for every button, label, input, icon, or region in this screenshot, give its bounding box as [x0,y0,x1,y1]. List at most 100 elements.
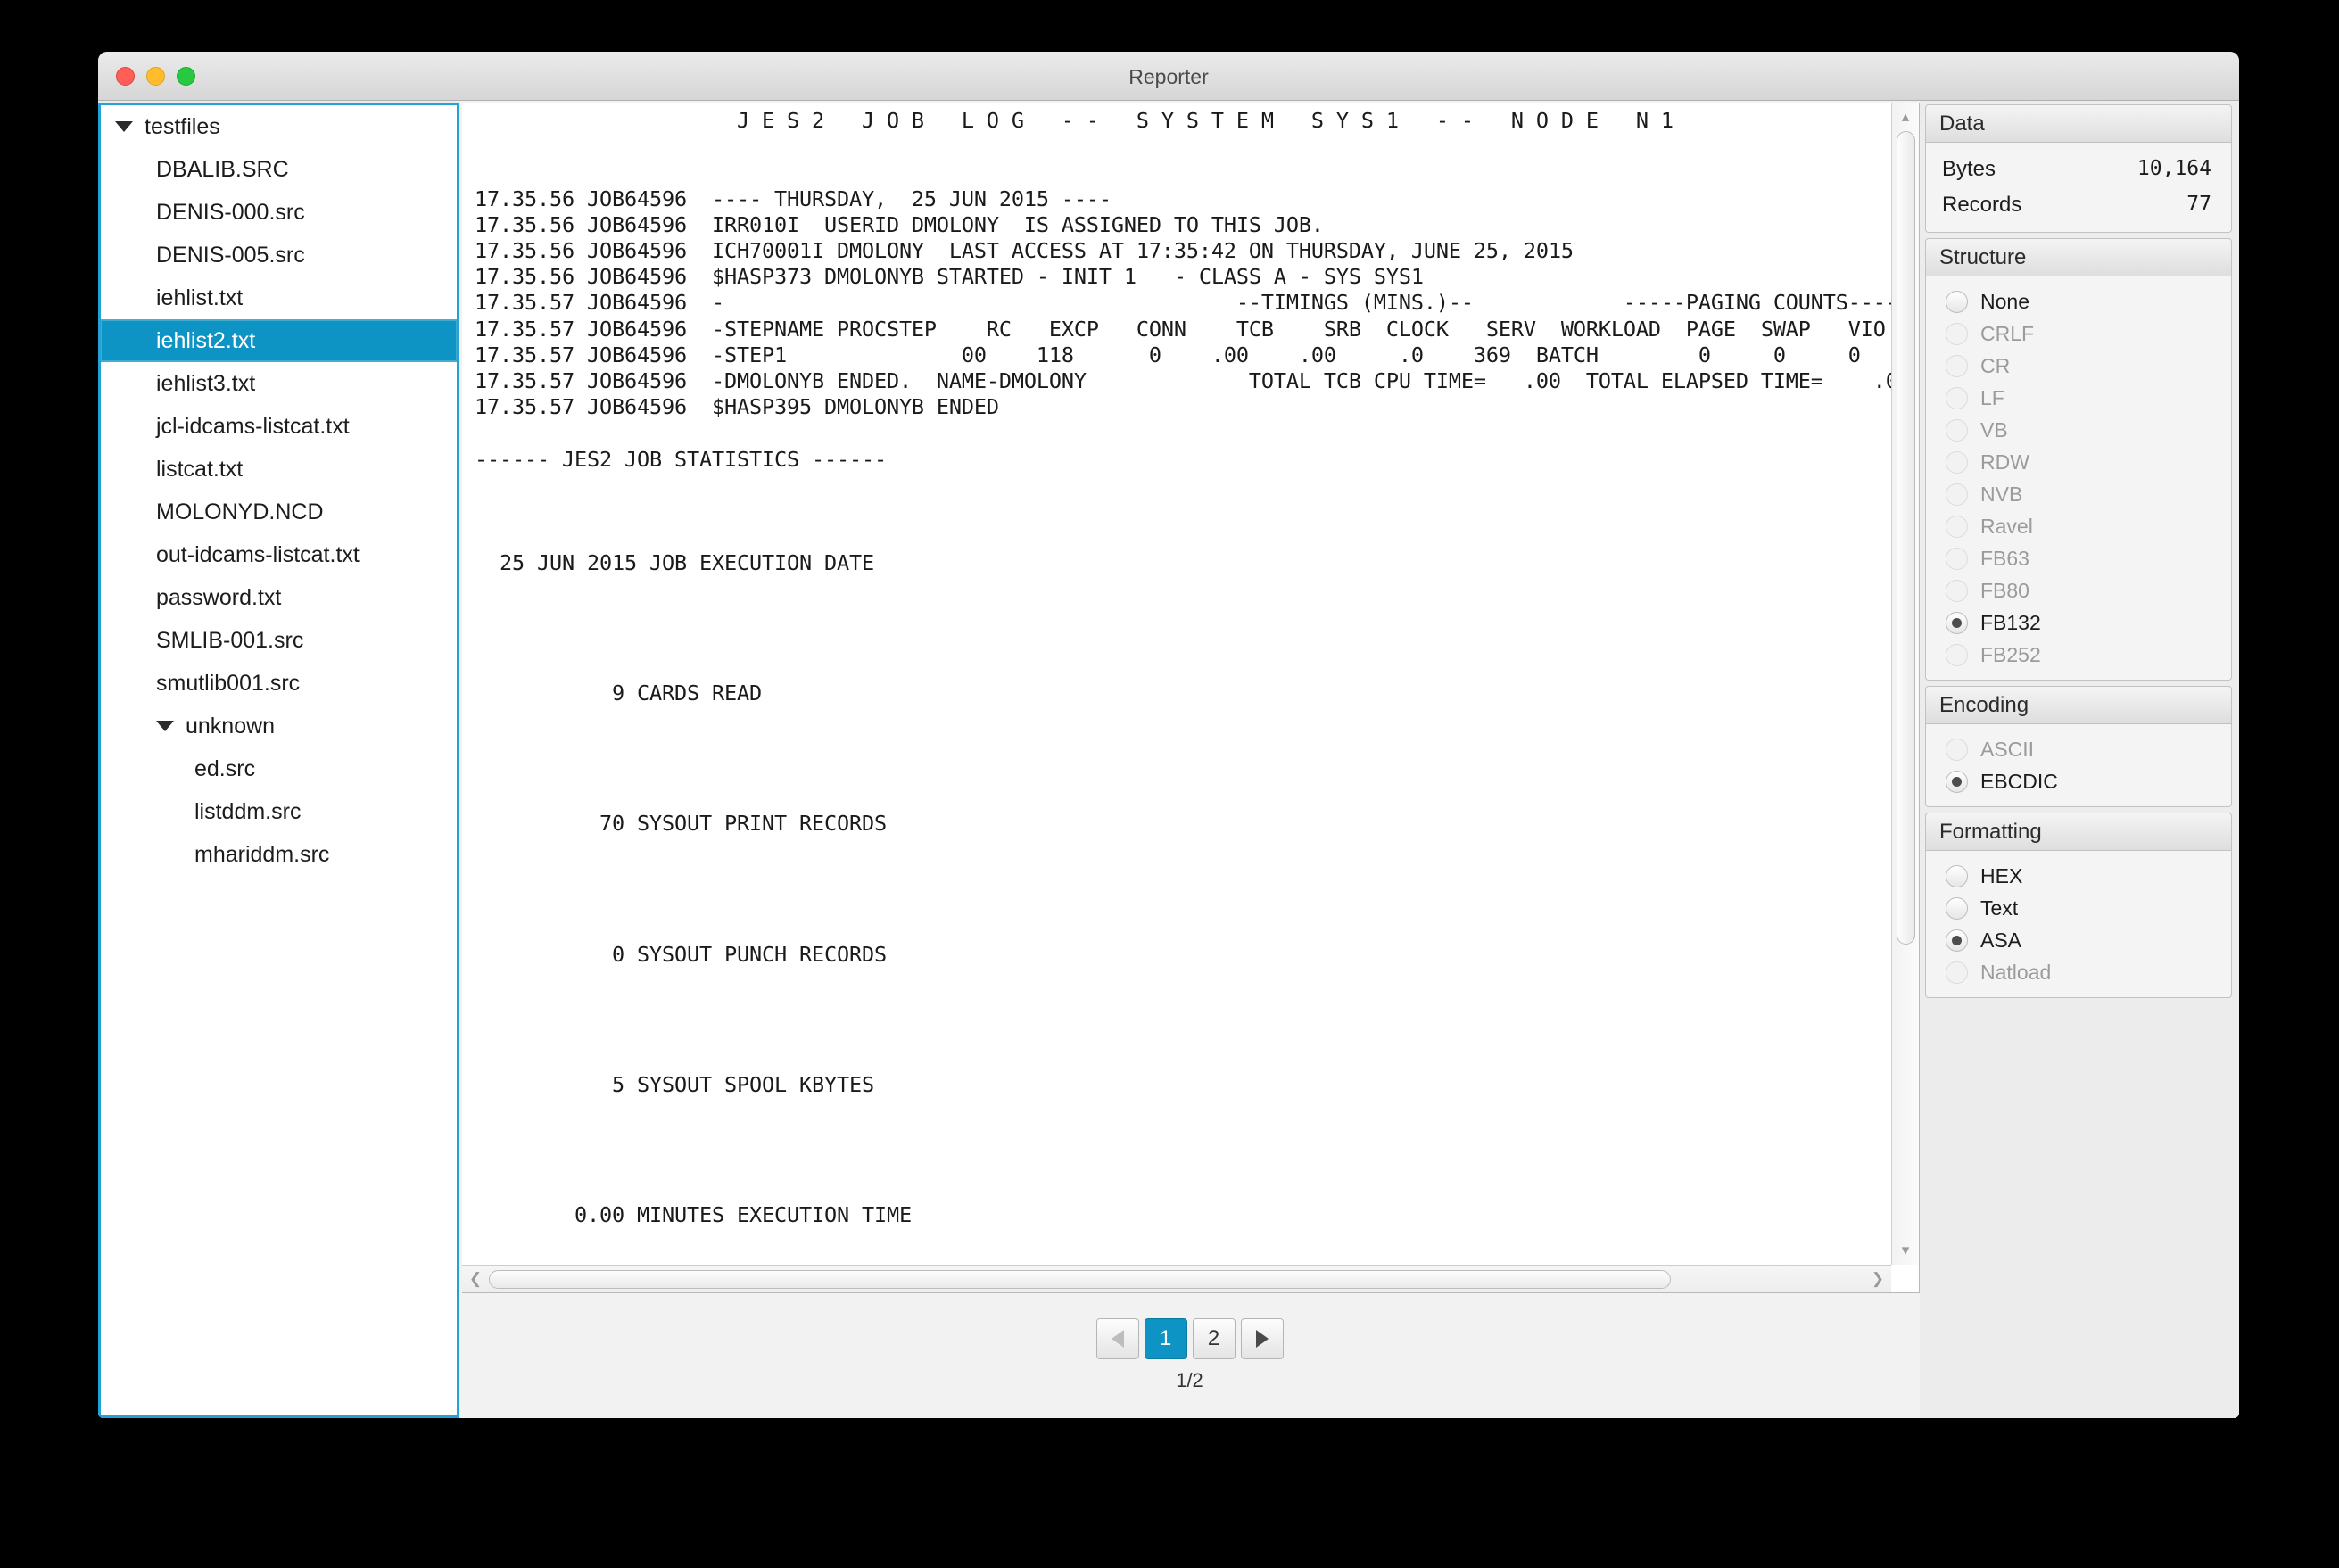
tree-item-label: MOLONYD.NCD [156,499,324,524]
next-page-button[interactable] [1240,1318,1284,1359]
tree-item-iehlist2-txt[interactable]: iehlist2.txt [101,319,457,362]
tree-item-label: SMLIB-001.src [156,627,304,653]
tree-item-denis-005-src[interactable]: DENIS-005.src [101,234,457,276]
tree-item-label: listcat.txt [156,456,244,482]
radio-button-icon [1946,483,1968,506]
encoding-group-body[interactable]: ASCII EBCDIC [1925,724,2232,807]
radio-formatting-asa[interactable]: ASA [1926,924,2231,956]
radio-structure-none[interactable]: None [1926,285,2231,318]
app-window: Reporter testfiles DBALIB.SRC DENIS-000.sr… [98,52,2239,1418]
content-area: J E S 2 J O B L O G - - S Y S T E M S Y … [459,101,1920,1418]
radio-structure-fb132[interactable]: FB132 [1926,607,2231,639]
radio-button-icon [1946,738,1968,761]
data-row-value: 10,164 [2137,157,2211,180]
tree-item-iehlist-txt[interactable]: iehlist.txt [101,276,457,319]
radio-button-icon [1946,643,1968,666]
page-button-2[interactable]: 2 [1192,1318,1236,1359]
disclosure-triangle-icon[interactable] [156,721,174,731]
radio-button-icon[interactable] [1946,864,1968,887]
window-titlebar: Reporter [98,52,2239,101]
radio-structure-cr: CR [1926,350,2231,382]
scroll-left-icon[interactable]: ❮ [464,1266,487,1292]
tree-item-dbalib-src[interactable]: DBALIB.SRC [101,148,457,191]
radio-label: EBCDIC [1980,769,2058,793]
horizontal-scrollbar-thumb[interactable] [489,1270,1671,1289]
text-viewer: J E S 2 J O B L O G - - S Y S T E M S Y … [462,103,1920,1293]
radio-button-icon[interactable] [1946,896,1968,920]
tree-item-denis-000-src[interactable]: DENIS-000.src [101,191,457,234]
radio-structure-nvb: NVB [1926,478,2231,510]
tree-item-label: listddm.src [194,798,302,824]
radio-button-icon [1946,322,1968,345]
tree-item-ed-src[interactable]: ed.src [101,747,457,790]
tree-item-label: DBALIB.SRC [156,156,289,182]
formatting-group-title: Formatting [1925,813,2232,851]
tree-item-mhariddm-src[interactable]: mhariddm.src [101,833,457,876]
radio-label: FB80 [1980,578,2029,602]
window-title: Reporter [1128,65,1209,88]
data-row-bytes: Bytes 10,164 [1926,152,2231,187]
scroll-down-icon[interactable]: ▾ [1892,1238,1919,1263]
pagination-bar: 12 1/2 [459,1299,1920,1418]
vertical-scrollbar[interactable]: ▴ ▾ [1891,103,1919,1265]
tree-item-label: iehlist2.txt [156,327,256,353]
radio-button-icon [1946,386,1968,409]
tree-item-unknown[interactable]: unknown [101,705,457,747]
encoding-group-title: Encoding [1925,686,2232,724]
tree-item-label: out-idcams-listcat.txt [156,541,360,567]
horizontal-scrollbar[interactable]: ❮ ❯ [462,1265,1891,1292]
tree-item-listcat-txt[interactable]: listcat.txt [101,448,457,491]
radio-button-icon[interactable] [1946,290,1968,313]
tree-item-out-idcams-listcat-txt[interactable]: out-idcams-listcat.txt [101,533,457,576]
data-row-value: 77 [2186,193,2211,216]
radio-button-icon [1946,547,1968,570]
radio-label: VB [1980,417,2008,442]
radio-encoding-ebcdic[interactable]: EBCDIC [1926,765,2231,797]
text-viewport[interactable]: J E S 2 J O B L O G - - S Y S T E M S Y … [462,103,1891,1265]
disclosure-triangle-icon[interactable] [115,121,133,132]
structure-group-body[interactable]: None CRLF CR LF VB RDW NVB Ravel FB63 FB80 FB132 FB… [1925,276,2232,681]
radio-label: FB63 [1980,546,2029,570]
tree-item-molonyd-ncd[interactable]: MOLONYD.NCD [101,491,457,533]
radio-formatting-hex[interactable]: HEX [1926,860,2231,892]
radio-button-icon[interactable] [1946,770,1968,793]
radio-button-icon[interactable] [1946,611,1968,634]
tree-item-smlib-001-src[interactable]: SMLIB-001.src [101,619,457,662]
radio-button-icon [1946,579,1968,602]
radio-label: ASA [1980,928,2022,952]
scroll-up-icon[interactable]: ▴ [1892,104,1919,129]
scroll-right-icon[interactable]: ❯ [1866,1266,1889,1292]
tree-item-smutlib001-src[interactable]: smutlib001.src [101,662,457,705]
page-button-1[interactable]: 1 [1144,1318,1187,1359]
data-group-body: Bytes 10,164 Records 77 [1925,143,2232,233]
radio-formatting-text[interactable]: Text [1926,892,2231,924]
radio-button-icon[interactable] [1946,928,1968,952]
tree-item-label: unknown [186,713,276,739]
tree-item-testfiles[interactable]: testfiles [101,105,457,148]
encoding-group: Encoding ASCII EBCDIC [1925,686,2232,807]
tree-item-jcl-idcams-listcat-txt[interactable]: jcl-idcams-listcat.txt [101,405,457,448]
job-log-text: J E S 2 J O B L O G - - S Y S T E M S Y … [475,108,1891,1227]
formatting-group-body[interactable]: HEX Text ASA Natload [1925,851,2232,998]
vertical-scrollbar-thumb[interactable] [1897,131,1915,945]
prev-page-button[interactable] [1095,1318,1139,1359]
tree-item-label: smutlib001.src [156,670,301,696]
formatting-group: Formatting HEX Text ASA Natload [1925,813,2232,998]
data-group-title: Data [1925,104,2232,143]
file-tree-sidebar[interactable]: testfiles DBALIB.SRC DENIS-000.src DENIS-00… [98,103,459,1418]
triangle-left-icon [1111,1330,1124,1348]
radio-structure-ravel: Ravel [1926,510,2231,542]
tree-item-label: password.txt [156,584,282,610]
tree-item-label: iehlist.txt [156,285,244,310]
tree-item-iehlist3-txt[interactable]: iehlist3.txt [101,362,457,405]
pagination-buttons[interactable]: 12 [1095,1318,1284,1359]
radio-label: NVB [1980,482,2023,506]
tree-item-label: mhariddm.src [194,841,330,867]
radio-label: HEX [1980,863,2023,887]
triangle-right-icon [1255,1330,1269,1348]
radio-formatting-natload: Natload [1926,956,2231,988]
tree-item-listddm-src[interactable]: listddm.src [101,790,457,833]
tree-item-label: DENIS-000.src [156,199,305,225]
data-group: Data Bytes 10,164 Records 77 [1925,104,2232,233]
tree-item-password-txt[interactable]: password.txt [101,576,457,619]
